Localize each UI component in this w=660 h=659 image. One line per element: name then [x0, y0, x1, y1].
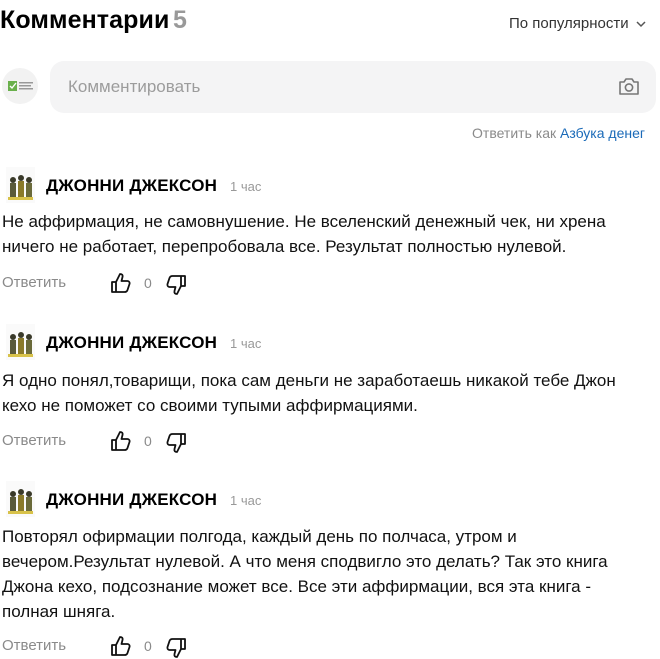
- reply-as-account-link[interactable]: Азбука денег: [560, 125, 645, 141]
- comment-actions: Ответить 0: [2, 272, 302, 296]
- author-avatar[interactable]: [6, 481, 35, 517]
- comment-author[interactable]: ДЖОННИ ДЖЕКСОН: [46, 176, 217, 196]
- sort-dropdown[interactable]: По популярности: [509, 15, 629, 32]
- thumb-up-icon[interactable]: [110, 272, 132, 294]
- comment-author[interactable]: ДЖОННИ ДЖЕКСОН: [46, 333, 217, 353]
- author-avatar[interactable]: [6, 324, 35, 360]
- reply-as: Ответить как Азбука денег: [472, 125, 645, 141]
- comment-time: 1 час: [230, 493, 262, 508]
- author-avatar[interactable]: [6, 167, 35, 203]
- thumb-up-icon[interactable]: [110, 430, 132, 452]
- reply-button[interactable]: Ответить: [2, 637, 66, 654]
- comments-header: Комментарии 5 По популярности: [0, 6, 660, 40]
- comments-title: Комментарии: [0, 6, 170, 34]
- comment-actions: Ответить 0: [2, 635, 302, 659]
- reply-button[interactable]: Ответить: [2, 274, 66, 291]
- thumb-down-icon[interactable]: [165, 637, 187, 659]
- thumb-down-icon[interactable]: [165, 432, 187, 454]
- comment-text: Я одно понял,товарищи, пока сам деньги н…: [2, 371, 616, 415]
- likes-count: 0: [144, 638, 152, 654]
- thumb-down-icon[interactable]: [165, 274, 187, 296]
- brand-logo-icon: [8, 81, 33, 91]
- thumb-up-icon[interactable]: [110, 635, 132, 657]
- comment-text: Повторял офирмации полгода, каждый день …: [2, 527, 608, 621]
- comment-input[interactable]: [68, 61, 588, 113]
- comments-count: 5: [173, 6, 187, 34]
- chevron-down-icon[interactable]: [636, 20, 646, 28]
- comment-time: 1 час: [230, 179, 262, 194]
- comment-composer[interactable]: [50, 61, 656, 113]
- comment-actions: Ответить 0: [2, 430, 302, 454]
- current-user-avatar: [2, 68, 38, 104]
- camera-icon[interactable]: [618, 76, 640, 96]
- comment-time: 1 час: [230, 336, 262, 351]
- likes-count: 0: [144, 275, 152, 291]
- comment-text: Не аффирмация, не самовнушение. Не вселе…: [2, 212, 606, 256]
- reply-as-prefix: Ответить как: [472, 125, 560, 141]
- reply-button[interactable]: Ответить: [2, 432, 66, 449]
- comment-author[interactable]: ДЖОННИ ДЖЕКСОН: [46, 490, 217, 510]
- likes-count: 0: [144, 433, 152, 449]
